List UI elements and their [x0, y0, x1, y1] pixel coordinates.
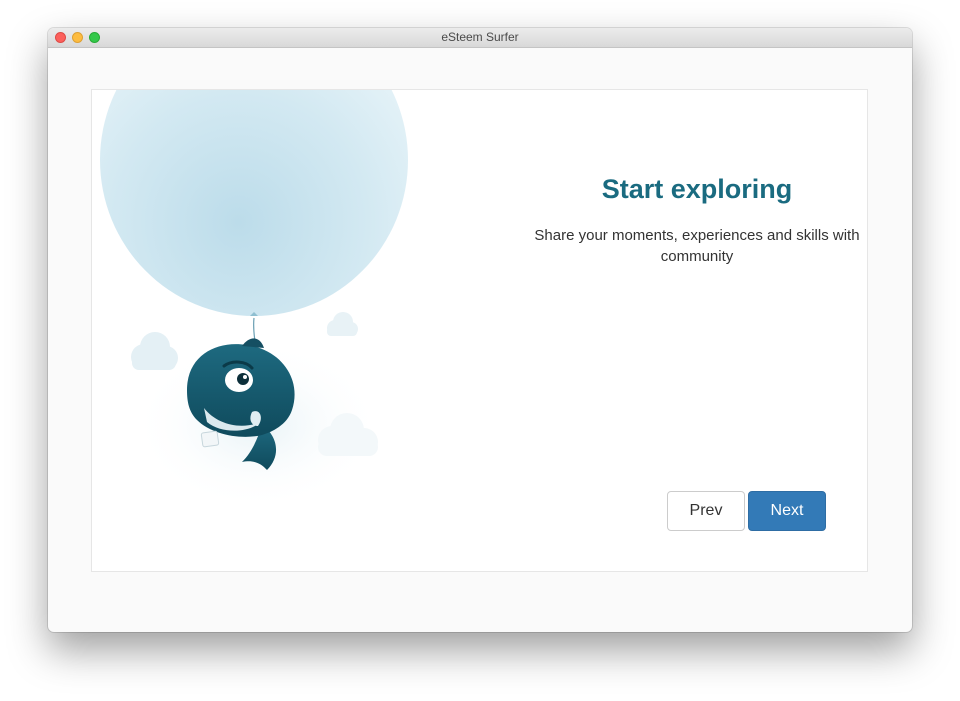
prev-button[interactable]: Prev: [667, 491, 745, 531]
window-title: eSteem Surfer: [441, 30, 519, 44]
balloon-mascot-illustration: [100, 90, 408, 510]
cloud-top-right: [327, 312, 358, 336]
app-window: eSteem Surfer Start exploring Share your…: [48, 28, 912, 632]
title-bar[interactable]: eSteem Surfer: [48, 28, 912, 48]
cloud-left: [131, 332, 178, 370]
balloon-shape: [100, 90, 408, 316]
onboarding-description: Share your moments, experiences and skil…: [534, 227, 860, 265]
onboarding-heading: Start exploring: [601, 174, 793, 204]
onboarding-card: Start exploring Share your moments, expe…: [91, 89, 868, 572]
next-button[interactable]: Next: [748, 491, 826, 531]
